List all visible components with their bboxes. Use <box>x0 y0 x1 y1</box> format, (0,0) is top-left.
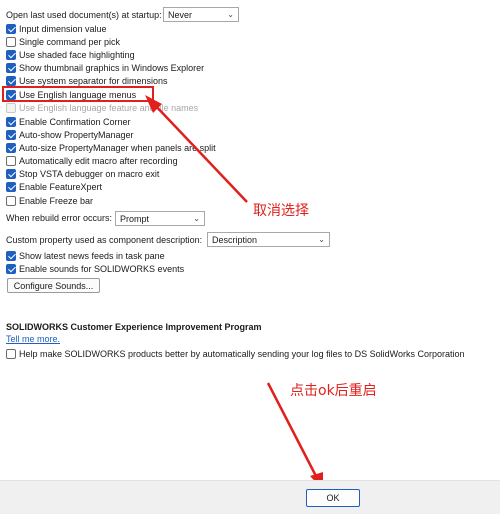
dialog-footer <box>0 480 500 514</box>
annotation-click-ok: 点击ok后重启 <box>290 383 377 399</box>
ok-button[interactable]: OK <box>306 489 360 507</box>
annotation-uncheck: 取消选择 <box>253 203 309 219</box>
ok-label: OK <box>326 493 340 503</box>
annotation-arrows <box>145 95 323 490</box>
arrow-line-uncheck <box>152 102 248 203</box>
